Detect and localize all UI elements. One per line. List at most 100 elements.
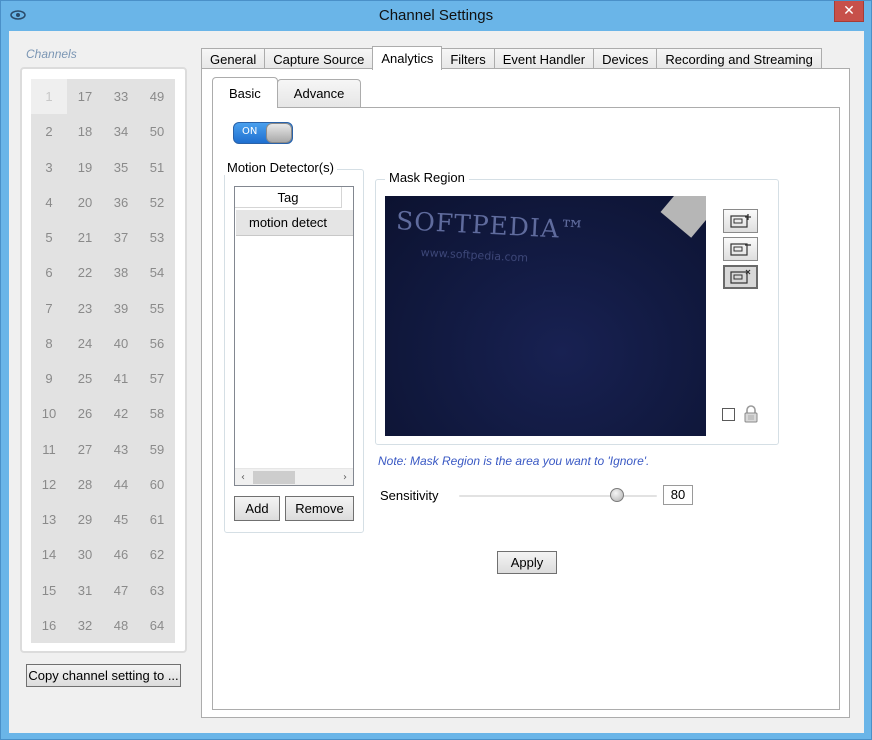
channel-cell-9[interactable]: 9 (31, 361, 67, 396)
analytics-toggle[interactable]: ON (233, 122, 293, 144)
channel-cell-59[interactable]: 59 (139, 432, 175, 467)
channel-cell-21[interactable]: 21 (67, 220, 103, 255)
channel-cell-58[interactable]: 58 (139, 396, 175, 431)
channel-cell-41[interactable]: 41 (103, 361, 139, 396)
channel-cell-19[interactable]: 19 (67, 150, 103, 185)
channel-cell-20[interactable]: 20 (67, 185, 103, 220)
tab-recording-and-streaming[interactable]: Recording and Streaming (656, 48, 822, 70)
channel-cell-32[interactable]: 32 (67, 608, 103, 643)
apply-button[interactable]: Apply (497, 551, 557, 574)
channel-cell-49[interactable]: 49 (139, 79, 175, 114)
mask-region-note: Note: Mask Region is the area you want t… (378, 454, 650, 468)
channel-cell-28[interactable]: 28 (67, 467, 103, 502)
channel-cell-4[interactable]: 4 (31, 185, 67, 220)
tab-devices[interactable]: Devices (593, 48, 658, 70)
channel-cell-16[interactable]: 16 (31, 608, 67, 643)
channel-cell-63[interactable]: 63 (139, 573, 175, 608)
analytics-panel: Basic Advance ON Motion Detector(s) Tag m… (201, 68, 850, 718)
close-button[interactable]: ✕ (834, 1, 864, 22)
sensitivity-slider-track[interactable] (459, 495, 657, 497)
channel-cell-25[interactable]: 25 (67, 361, 103, 396)
channel-cell-27[interactable]: 27 (67, 432, 103, 467)
channel-cell-22[interactable]: 22 (67, 255, 103, 290)
channel-cell-42[interactable]: 42 (103, 396, 139, 431)
channel-cell-39[interactable]: 39 (103, 291, 139, 326)
channel-cell-1[interactable]: 1 (31, 79, 67, 115)
channel-cell-34[interactable]: 34 (103, 114, 139, 149)
channel-cell-64[interactable]: 64 (139, 608, 175, 643)
channel-cell-55[interactable]: 55 (139, 291, 175, 326)
tab-analytics[interactable]: Analytics (372, 46, 443, 70)
motion-detector-list[interactable]: Tag motion detect ‹ › (234, 186, 354, 486)
channel-cell-3[interactable]: 3 (31, 150, 67, 185)
mask-region-preview[interactable]: SOFTPEDIA™ www.softpedia.com (385, 196, 706, 436)
channel-cell-11[interactable]: 11 (31, 432, 67, 467)
channel-cell-13[interactable]: 13 (31, 502, 67, 537)
channel-cell-62[interactable]: 62 (139, 537, 175, 572)
channel-cell-14[interactable]: 14 (31, 537, 67, 572)
channel-cell-24[interactable]: 24 (67, 326, 103, 361)
tab-capture-source[interactable]: Capture Source (264, 48, 374, 70)
tag-column-header[interactable]: Tag (235, 187, 342, 208)
scroll-left-icon[interactable]: ‹ (235, 470, 251, 485)
channel-cell-33[interactable]: 33 (103, 79, 139, 114)
channel-cell-57[interactable]: 57 (139, 361, 175, 396)
lock-region-checkbox[interactable] (722, 408, 735, 421)
channel-cell-56[interactable]: 56 (139, 326, 175, 361)
channel-cell-47[interactable]: 47 (103, 573, 139, 608)
channel-cell-52[interactable]: 52 (139, 185, 175, 220)
channel-cell-60[interactable]: 60 (139, 467, 175, 502)
channel-cell-5[interactable]: 5 (31, 220, 67, 255)
channel-cell-36[interactable]: 36 (103, 185, 139, 220)
list-item[interactable]: motion detect (236, 210, 353, 236)
channel-cell-15[interactable]: 15 (31, 573, 67, 608)
channel-cell-6[interactable]: 6 (31, 255, 67, 290)
horizontal-scrollbar[interactable]: ‹ › (235, 468, 353, 485)
scroll-right-icon[interactable]: › (337, 470, 353, 485)
channel-cell-51[interactable]: 51 (139, 150, 175, 185)
channel-cell-29[interactable]: 29 (67, 502, 103, 537)
channel-cell-54[interactable]: 54 (139, 255, 175, 290)
channel-cell-61[interactable]: 61 (139, 502, 175, 537)
channel-cell-38[interactable]: 38 (103, 255, 139, 290)
add-region-button[interactable] (723, 209, 758, 233)
channel-cell-50[interactable]: 50 (139, 114, 175, 149)
scrollbar-thumb[interactable] (253, 471, 295, 484)
add-button[interactable]: Add (234, 496, 280, 521)
channel-cell-17[interactable]: 17 (67, 79, 103, 114)
copy-channel-setting-button[interactable]: Copy channel setting to ... (26, 664, 181, 687)
subtab-advance[interactable]: Advance (276, 79, 362, 107)
tab-event-handler[interactable]: Event Handler (493, 48, 595, 70)
clear-region-button[interactable] (723, 265, 758, 289)
tab-filters[interactable]: Filters (441, 48, 495, 70)
lock-icon (744, 405, 758, 423)
channel-cell-37[interactable]: 37 (103, 220, 139, 255)
sensitivity-slider-thumb[interactable] (610, 488, 625, 502)
remove-button[interactable]: Remove (285, 496, 354, 521)
tab-general[interactable]: General (201, 48, 266, 70)
channel-cell-45[interactable]: 45 (103, 502, 139, 537)
channel-cell-44[interactable]: 44 (103, 467, 139, 502)
remove-region-button[interactable] (723, 237, 758, 261)
subtab-basic[interactable]: Basic (212, 77, 278, 108)
channel-cell-2[interactable]: 2 (31, 114, 67, 149)
channel-cell-40[interactable]: 40 (103, 326, 139, 361)
channel-cell-26[interactable]: 26 (67, 396, 103, 431)
basic-panel: ON Motion Detector(s) Tag motion detect … (212, 107, 840, 710)
channel-cell-31[interactable]: 31 (67, 573, 103, 608)
channel-cell-30[interactable]: 30 (67, 537, 103, 572)
channel-cell-7[interactable]: 7 (31, 291, 67, 326)
channel-cell-23[interactable]: 23 (67, 291, 103, 326)
channel-cell-10[interactable]: 10 (31, 396, 67, 431)
channel-cell-53[interactable]: 53 (139, 220, 175, 255)
toggle-knob[interactable] (266, 123, 292, 143)
channel-cell-18[interactable]: 18 (67, 114, 103, 149)
channel-cell-46[interactable]: 46 (103, 537, 139, 572)
channel-cell-12[interactable]: 12 (31, 467, 67, 502)
channel-cell-48[interactable]: 48 (103, 608, 139, 643)
channel-cell-35[interactable]: 35 (103, 150, 139, 185)
channel-cell-8[interactable]: 8 (31, 326, 67, 361)
title-bar[interactable]: Channel Settings ✕ (1, 1, 871, 31)
channel-cell-43[interactable]: 43 (103, 432, 139, 467)
sensitivity-value-input[interactable]: 80 (663, 485, 693, 505)
